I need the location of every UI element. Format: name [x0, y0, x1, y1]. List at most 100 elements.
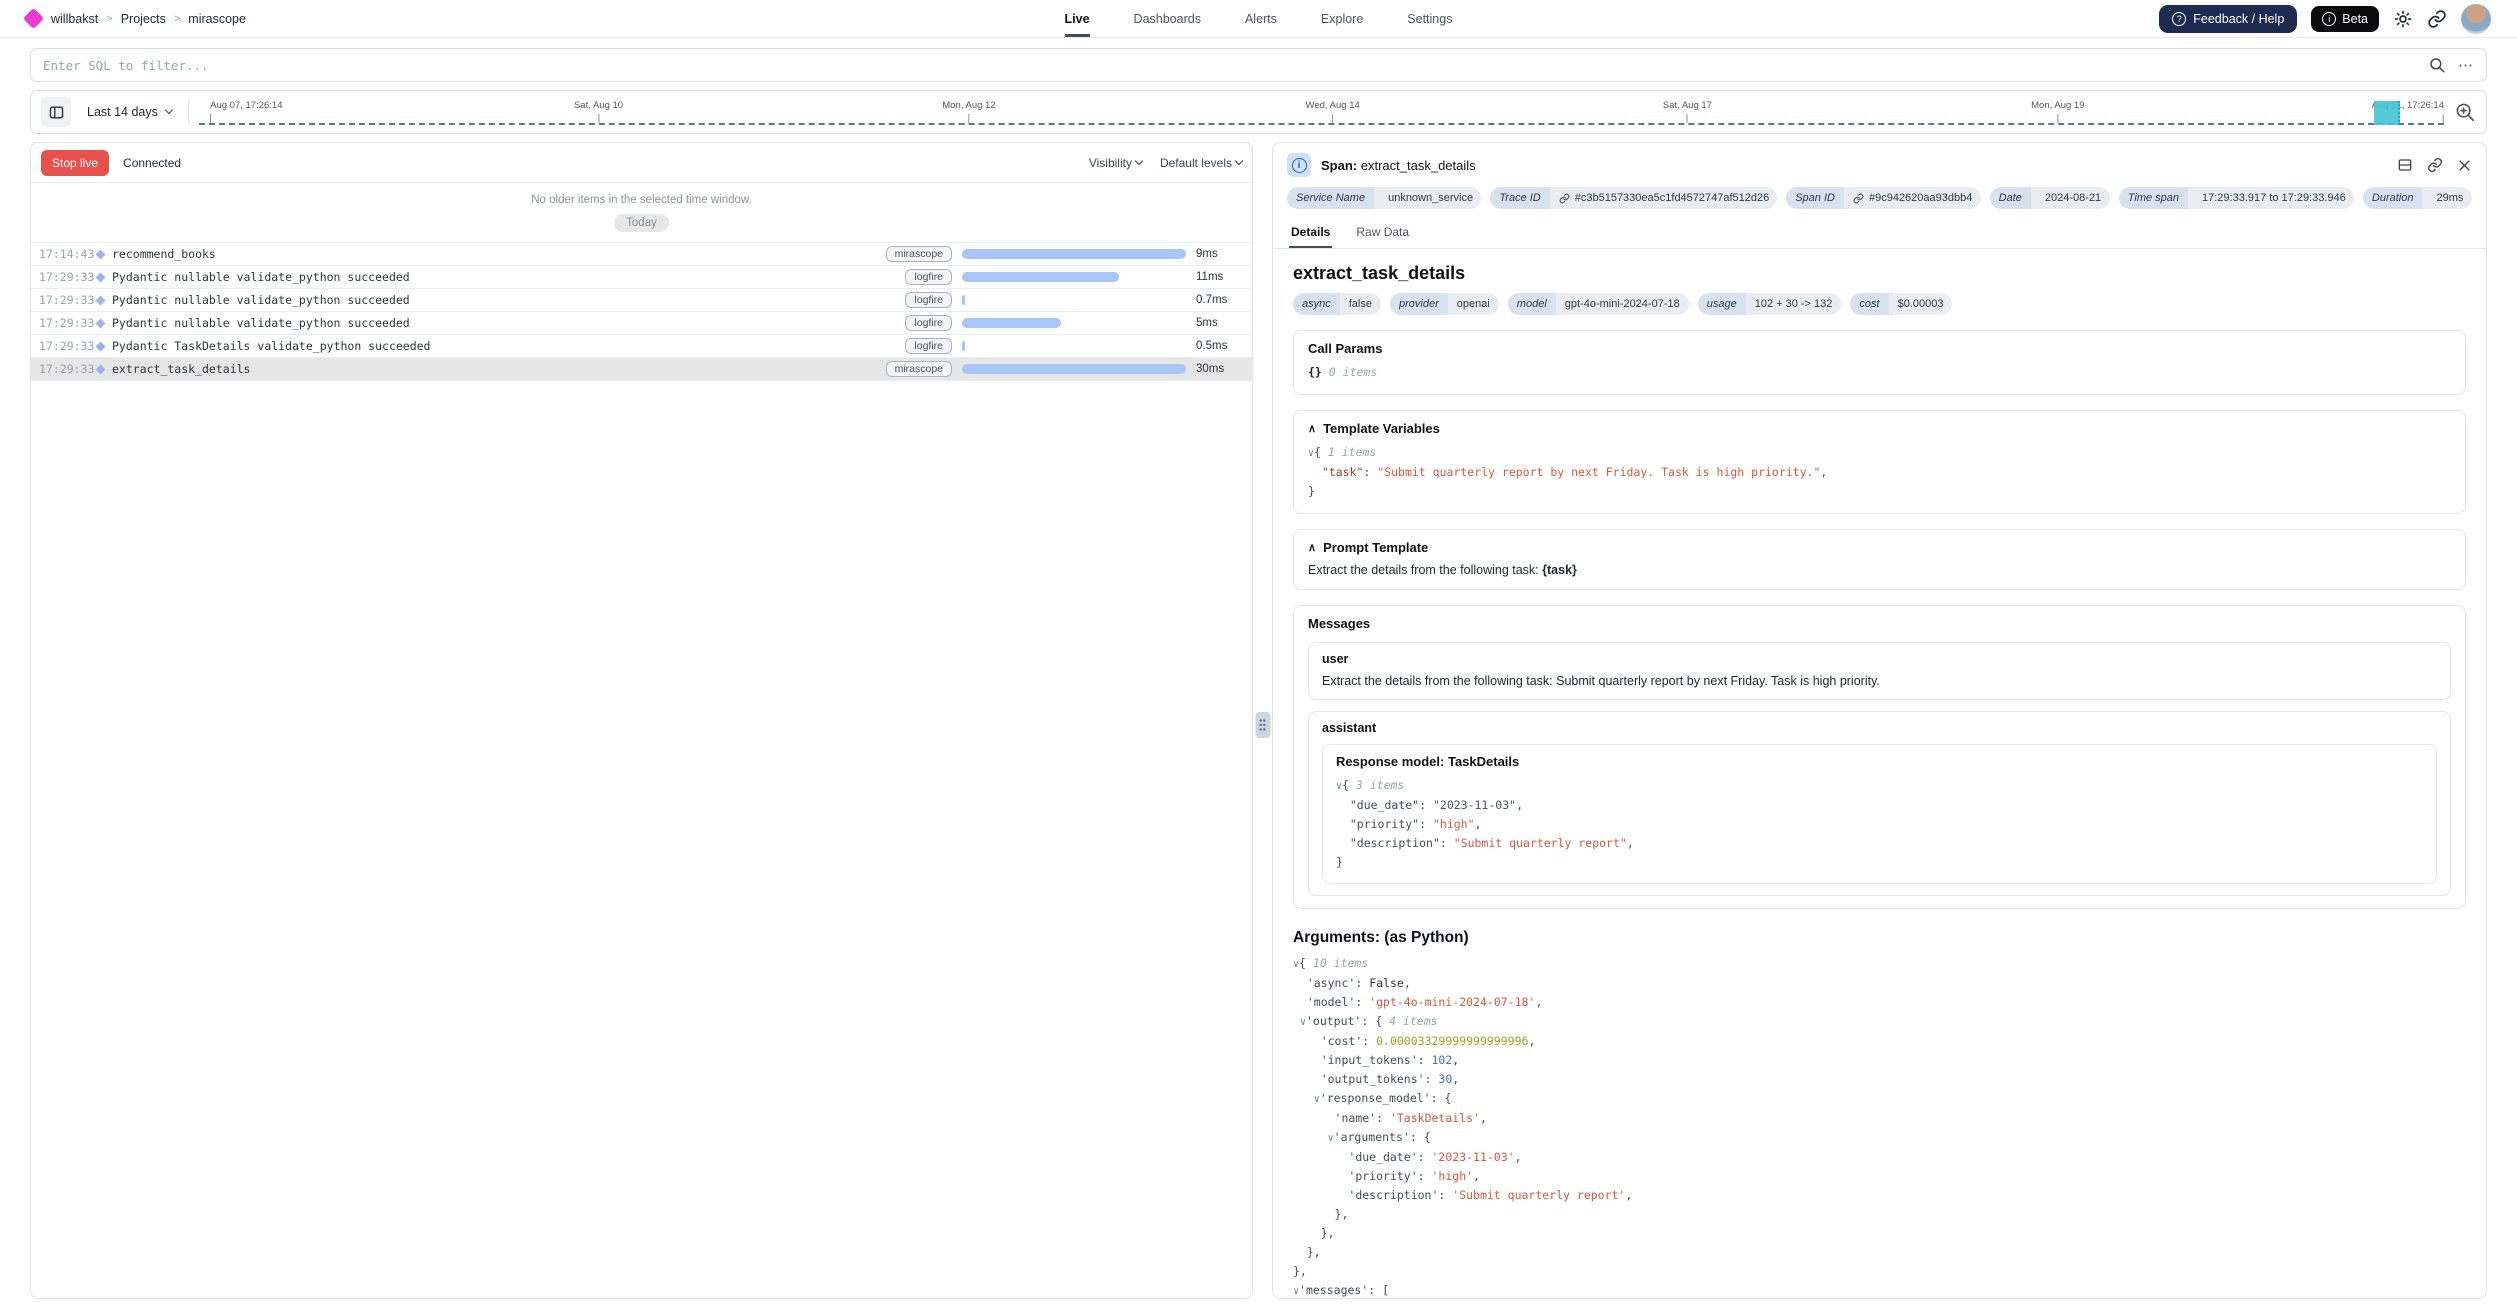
badge-value: false	[1349, 298, 1372, 310]
close-icon	[2457, 158, 2472, 173]
code-line: ∨'response_model': {	[1293, 1089, 2466, 1109]
code-token: ,	[1535, 995, 1542, 1009]
timeline[interactable]: Aug 07, 17:26:14 Sat, Aug 10 Mon, Aug 12…	[199, 91, 2444, 133]
log-timestamp: 17:29:33	[31, 339, 93, 353]
tab-details[interactable]: Details	[1289, 219, 1332, 248]
code-token: ,	[1820, 465, 1827, 479]
collapse-icon[interactable]: ∧	[1308, 541, 1316, 554]
span-meta-pill[interactable]: Span ID #9c942620aa93dbb4	[1786, 187, 1980, 209]
theme-toggle-button[interactable]	[2393, 9, 2413, 29]
call-params-card: Call Params {} 0 items	[1293, 330, 2466, 395]
code-token: 'name'	[1335, 1111, 1377, 1125]
span-attribute-badge: cost $0.00003	[1850, 293, 1952, 315]
close-panel-button[interactable]	[2457, 157, 2472, 173]
template-variables-card: ∧ Template Variables ∨{ 1 items "task": …	[1293, 410, 2466, 514]
timeline-tick: Sat, Aug 10	[574, 100, 623, 123]
user-avatar[interactable]	[2461, 4, 2491, 34]
logfire-logo-icon[interactable]	[23, 8, 44, 29]
breadcrumb-org[interactable]: willbakst	[51, 12, 98, 26]
live-log-panel: Stop live Connected Visibility Default l…	[30, 142, 1253, 1299]
scope-tag[interactable]: logfire	[905, 315, 952, 331]
code-line: ∨'messages': [	[1293, 1281, 2466, 1298]
scope-tag[interactable]: logfire	[905, 269, 952, 285]
collapse-icon[interactable]: ∧	[1308, 422, 1316, 435]
user-message-text: Extract the details from the following t…	[1322, 674, 2437, 688]
tab-raw-data[interactable]: Raw Data	[1354, 219, 1411, 248]
time-range-bar: Last 14 days Aug 07, 17:26:14 Sat, Aug 1…	[30, 90, 2487, 134]
span-meta-pill[interactable]: Time span 17:29:33.917 to 17:29:33.946	[2119, 187, 2354, 209]
log-row[interactable]: 17:29:33 Pydantic nullable validate_pyth…	[31, 289, 1252, 312]
drag-handle[interactable]	[1255, 712, 1270, 738]
code-token	[1293, 1245, 1307, 1259]
breadcrumb-project[interactable]: mirascope	[188, 12, 246, 26]
panel-resizer[interactable]	[1253, 142, 1272, 1299]
code-line: 'description': 'Submit quarterly report'…	[1293, 1186, 2466, 1205]
tab-live[interactable]: Live	[1065, 0, 1090, 37]
more-options-icon[interactable]: ⋯	[2458, 56, 2474, 74]
zoom-in-button[interactable]	[2454, 101, 2476, 123]
code-token: :	[1361, 1014, 1375, 1028]
timeline-baseline	[199, 123, 2444, 125]
code-line: "description": "Submit quarterly report"…	[1336, 834, 2423, 853]
span-meta-pill[interactable]: Service Name unknown_service	[1287, 187, 1481, 209]
log-name: Pydantic nullable validate_python succee…	[112, 316, 410, 330]
span-meta-pill[interactable]: Duration 29ms	[2363, 187, 2472, 209]
message-role: assistant	[1322, 721, 2437, 735]
code-token: :	[1418, 1150, 1432, 1164]
code-token: :	[1431, 1091, 1445, 1105]
log-name: Pydantic TaskDetails validate_python suc…	[112, 339, 431, 353]
log-row[interactable]: 17:29:33 extract_task_details mirascope …	[31, 358, 1252, 381]
code-token: },	[1321, 1226, 1335, 1240]
log-name: Pydantic nullable validate_python succee…	[112, 293, 410, 307]
timeline-tick: Wed, Aug 14	[1306, 100, 1360, 123]
badge-value: $0.00003	[1898, 298, 1944, 310]
log-row[interactable]: 17:14:43 recommend_books mirascope 9ms	[31, 243, 1252, 266]
default-levels-dropdown[interactable]: Default levels	[1160, 156, 1242, 170]
empty-notice: No older items in the selected time wind…	[31, 194, 1252, 206]
log-row[interactable]: 17:29:33 Pydantic TaskDetails validate_p…	[31, 335, 1252, 358]
visibility-dropdown[interactable]: Visibility	[1089, 156, 1142, 170]
duration-bar	[962, 249, 1186, 259]
tab-explore[interactable]: Explore	[1321, 0, 1363, 37]
code-token: "priority"	[1350, 817, 1419, 831]
timeline-selection[interactable]	[2374, 101, 2400, 125]
log-row[interactable]: 17:29:33 Pydantic nullable validate_pyth…	[31, 266, 1252, 289]
tab-alerts[interactable]: Alerts	[1245, 0, 1277, 37]
stop-live-button[interactable]: Stop live	[41, 150, 109, 176]
code-token: "due_date"	[1350, 798, 1419, 812]
scope-tag[interactable]: logfire	[905, 292, 952, 308]
span-diamond-icon	[96, 341, 106, 351]
copy-link-button[interactable]	[2427, 157, 2443, 173]
code-token	[1293, 1169, 1348, 1183]
span-meta-pill[interactable]: Date 2024-08-21	[1990, 187, 2110, 209]
code-token: 'input_tokens'	[1321, 1053, 1418, 1067]
beta-button[interactable]: i Beta	[2311, 6, 2379, 32]
feedback-help-button[interactable]: ? Feedback / Help	[2159, 5, 2297, 33]
search-icon[interactable]	[2428, 56, 2446, 74]
breadcrumb-projects[interactable]: Projects	[121, 12, 166, 26]
prompt-template-text: Extract the details from the following t…	[1308, 563, 2451, 577]
dock-panel-button[interactable]	[2397, 157, 2413, 173]
code-token: 10 items	[1313, 956, 1368, 970]
scope-tag[interactable]: logfire	[905, 338, 952, 354]
top-bar: willbakst > Projects > mirascope Live Da…	[0, 0, 2517, 38]
code-token: 1 items	[1328, 445, 1376, 459]
scope-tag[interactable]: mirascope	[886, 361, 952, 377]
span-diamond-icon	[96, 272, 106, 282]
tab-dashboards[interactable]: Dashboards	[1134, 0, 1201, 37]
scope-tag[interactable]: mirascope	[886, 246, 952, 262]
sidebar-toggle-button[interactable]	[41, 97, 71, 127]
sql-filter-input[interactable]	[43, 58, 2416, 73]
span-badges: async false provider openai model gpt-4o…	[1293, 293, 2466, 315]
code-token	[1293, 1111, 1335, 1125]
code-token: ,	[1516, 798, 1523, 812]
share-link-button[interactable]	[2427, 9, 2447, 29]
span-meta-pill[interactable]: Trace ID #c3b5157330ea5c1fd4572747af512d…	[1490, 187, 1777, 209]
time-range-dropdown[interactable]: Last 14 days	[81, 105, 178, 119]
span-details-panel: i Span: extract_task_details	[1272, 142, 2487, 1299]
log-row[interactable]: 17:29:33 Pydantic nullable validate_pyth…	[31, 312, 1252, 335]
log-timestamp: 17:14:43	[31, 247, 93, 261]
log-name: Pydantic nullable validate_python succee…	[112, 270, 410, 284]
tab-settings[interactable]: Settings	[1407, 0, 1452, 37]
log-list: 17:14:43 recommend_books mirascope 9ms 1…	[31, 242, 1252, 381]
